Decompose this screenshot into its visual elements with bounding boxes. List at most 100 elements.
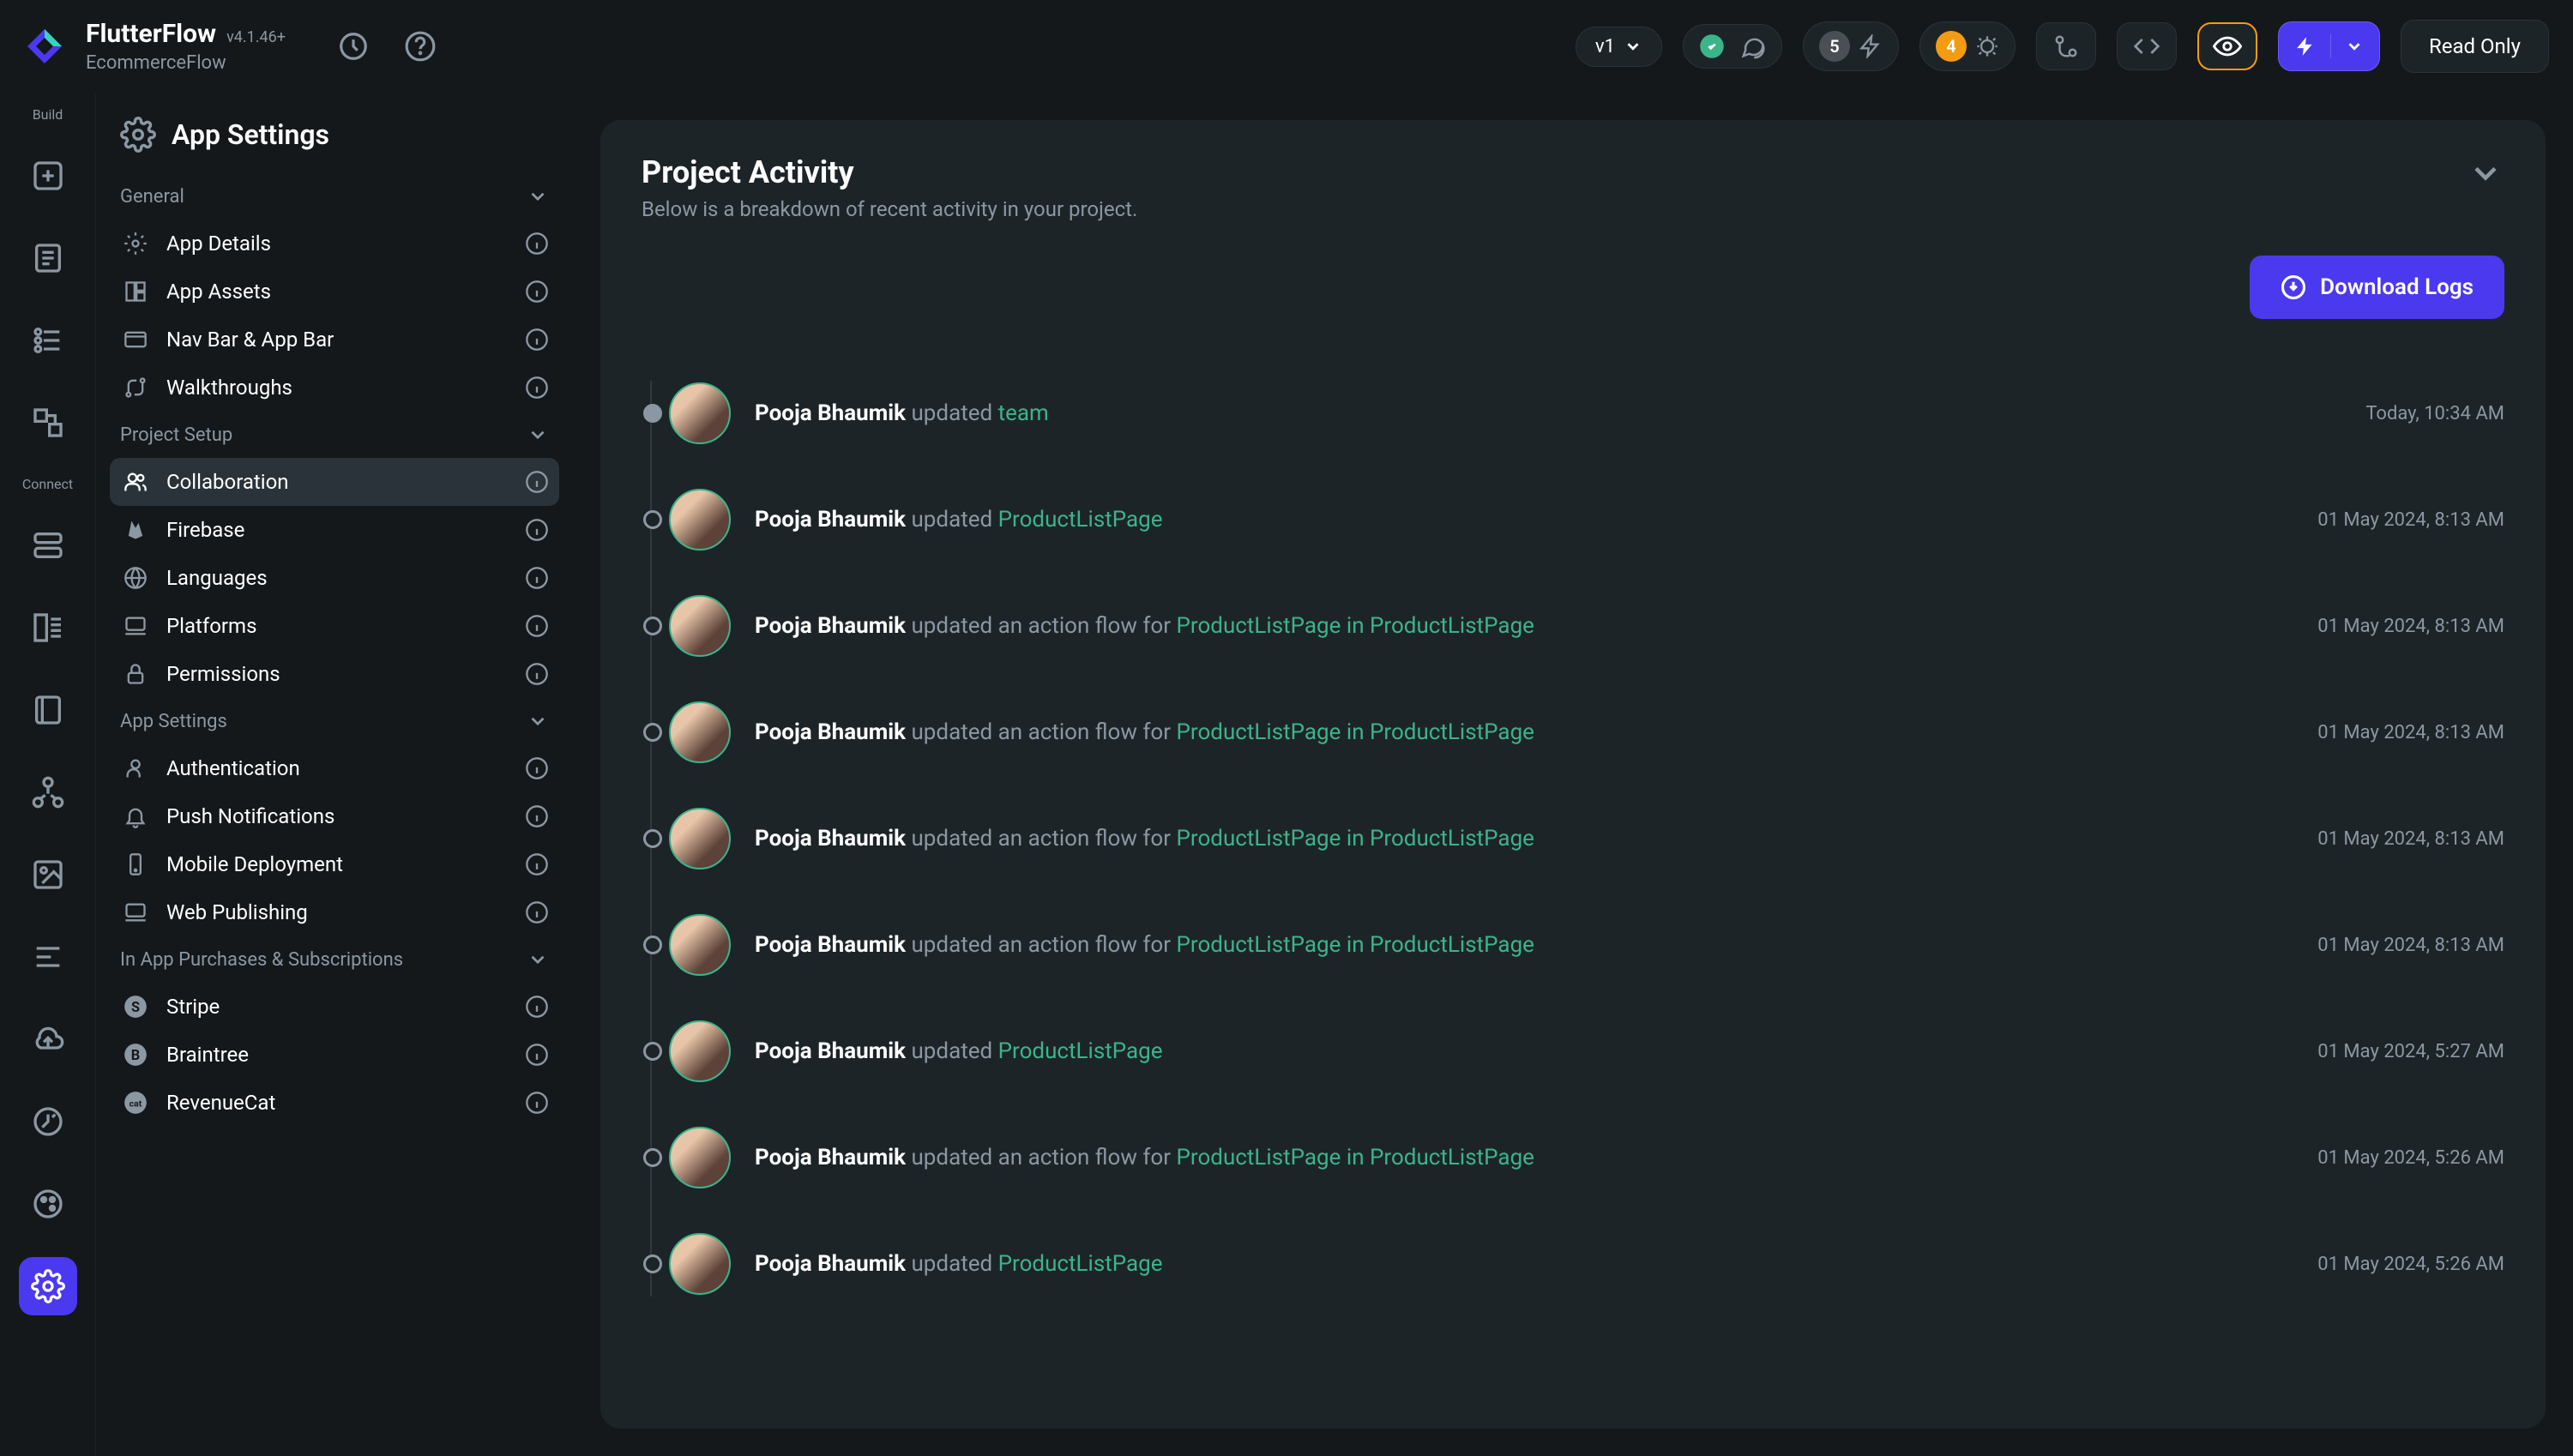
- bug-icon: [1975, 34, 1999, 58]
- activity-text: Pooja Bhaumik updated an action flow for…: [755, 826, 2293, 851]
- rail-connect-label: Connect: [22, 476, 73, 492]
- info-icon[interactable]: [525, 614, 549, 638]
- rail-media[interactable]: [19, 845, 77, 904]
- rail-tests[interactable]: [19, 1092, 77, 1151]
- activity-time: 01 May 2024, 5:26 AM: [2317, 1147, 2504, 1169]
- rail-datatypes[interactable]: [19, 599, 77, 657]
- activity-text: Pooja Bhaumik updated an action flow for…: [755, 719, 2293, 745]
- rail-api[interactable]: [19, 763, 77, 821]
- history-icon[interactable]: [337, 30, 370, 63]
- activity-user: Pooja Bhaumik: [755, 826, 906, 851]
- sidebar-item-nav-bar-app-bar[interactable]: Nav Bar & App Bar: [110, 316, 559, 364]
- activity-link[interactable]: ProductListPage: [998, 1251, 1163, 1277]
- sidebar-item-braintree[interactable]: B Braintree: [110, 1031, 559, 1079]
- info-icon[interactable]: [525, 900, 549, 924]
- sidebar-item-app-details[interactable]: App Details: [110, 220, 559, 268]
- sidebar-item-label: Authentication: [166, 756, 509, 780]
- read-only-button[interactable]: Read Only: [2401, 20, 2549, 73]
- avatar: [669, 808, 731, 869]
- info-icon[interactable]: [525, 566, 549, 590]
- sidebar-item-walkthroughs[interactable]: Walkthroughs: [110, 364, 559, 412]
- collapse-panel-button[interactable]: [2467, 154, 2504, 192]
- sidebar-item-permissions[interactable]: Permissions: [110, 650, 559, 698]
- activity-verb: updated: [911, 507, 997, 532]
- activity-link[interactable]: team: [998, 400, 1049, 426]
- rail-custom[interactable]: [19, 928, 77, 986]
- sidebar-item-push-notifications[interactable]: Push Notifications: [110, 792, 559, 840]
- download-logs-button[interactable]: Download Logs: [2250, 256, 2504, 319]
- help-icon[interactable]: [404, 30, 437, 63]
- check-chat-pill[interactable]: [1683, 24, 1782, 69]
- sidebar-item-firebase[interactable]: Firebase: [110, 506, 559, 554]
- route-icon: [120, 376, 151, 400]
- info-icon[interactable]: [525, 280, 549, 304]
- activity-link[interactable]: ProductListPage in ProductListPage: [1177, 826, 1534, 851]
- globe-icon: [120, 566, 151, 590]
- rail-pages[interactable]: [19, 229, 77, 287]
- branch-button[interactable]: [2036, 22, 2096, 70]
- sidebar-item-stripe[interactable]: S Stripe: [110, 983, 559, 1031]
- activity-time: 01 May 2024, 8:13 AM: [2317, 722, 2504, 743]
- section-header[interactable]: General: [110, 173, 559, 220]
- section-header[interactable]: Project Setup: [110, 412, 559, 458]
- bugs-pill[interactable]: 4: [1919, 21, 2016, 71]
- info-icon[interactable]: [525, 662, 549, 686]
- version-selector[interactable]: v1: [1576, 27, 1662, 67]
- warnings-pill[interactable]: 5: [1803, 21, 1899, 71]
- version-selector-label: v1: [1595, 36, 1615, 57]
- info-icon[interactable]: [525, 518, 549, 542]
- info-icon[interactable]: [525, 995, 549, 1019]
- activity-link[interactable]: ProductListPage in ProductListPage: [1177, 1145, 1534, 1170]
- activity-link[interactable]: ProductListPage: [998, 507, 1163, 532]
- info-icon[interactable]: [525, 804, 549, 828]
- activity-link[interactable]: ProductListPage: [998, 1038, 1163, 1064]
- rail-tree[interactable]: [19, 311, 77, 370]
- avatar: [669, 1233, 731, 1295]
- rail-firestore[interactable]: [19, 516, 77, 575]
- rail-appstate[interactable]: [19, 681, 77, 739]
- info-icon[interactable]: [525, 756, 549, 780]
- avatar: [669, 489, 731, 551]
- preview-button[interactable]: [2197, 22, 2257, 70]
- info-icon[interactable]: [525, 470, 549, 494]
- sidebar-item-app-assets[interactable]: App Assets: [110, 268, 559, 316]
- sidebar-item-label: App Details: [166, 232, 509, 256]
- info-icon[interactable]: [525, 376, 549, 400]
- sidebar-item-languages[interactable]: Languages: [110, 554, 559, 602]
- info-icon[interactable]: [525, 852, 549, 876]
- activity-link[interactable]: ProductListPage in ProductListPage: [1177, 719, 1534, 745]
- people-icon: [120, 470, 151, 494]
- run-button[interactable]: [2278, 21, 2380, 71]
- info-icon[interactable]: [525, 1043, 549, 1067]
- sidebar-item-mobile-deployment[interactable]: Mobile Deployment: [110, 840, 559, 888]
- activity-row: Pooja Bhaumik updated an action flow for…: [669, 1104, 2504, 1211]
- sidebar-item-label: Push Notifications: [166, 804, 509, 828]
- sidebar-item-revenuecat[interactable]: cat RevenueCat: [110, 1079, 559, 1127]
- activity-link[interactable]: ProductListPage in ProductListPage: [1177, 932, 1534, 958]
- activity-user: Pooja Bhaumik: [755, 400, 906, 426]
- info-icon[interactable]: [525, 328, 549, 352]
- info-icon[interactable]: [525, 1091, 549, 1115]
- rail-cloud[interactable]: [19, 1010, 77, 1068]
- info-icon[interactable]: [525, 232, 549, 256]
- sidebar-item-web-publishing[interactable]: Web Publishing: [110, 888, 559, 936]
- rail-storyboard[interactable]: [19, 394, 77, 452]
- activity-row: Pooja Bhaumik updated ProductListPage 01…: [669, 998, 2504, 1104]
- section-header[interactable]: In App Purchases & Subscriptions: [110, 936, 559, 983]
- activity-verb: updated an action flow for: [911, 826, 1176, 851]
- sidebar-item-platforms[interactable]: Platforms: [110, 602, 559, 650]
- app-title: FlutterFlow: [86, 19, 216, 49]
- sidebar-item-label: Mobile Deployment: [166, 852, 509, 876]
- section-header[interactable]: App Settings: [110, 698, 559, 744]
- section-label: In App Purchases & Subscriptions: [120, 949, 403, 971]
- sidebar-item-authentication[interactable]: Authentication: [110, 744, 559, 792]
- navbar-icon: [120, 328, 151, 352]
- rail-theme[interactable]: [19, 1175, 77, 1233]
- sidebar-item-label: Web Publishing: [166, 900, 509, 924]
- rail-settings[interactable]: [19, 1257, 77, 1315]
- code-button[interactable]: [2117, 22, 2177, 70]
- activity-link[interactable]: ProductListPage in ProductListPage: [1177, 613, 1534, 639]
- sidebar-item-collaboration[interactable]: Collaboration: [110, 458, 559, 506]
- bolt-icon: [2294, 35, 2317, 57]
- rail-add[interactable]: [19, 147, 77, 205]
